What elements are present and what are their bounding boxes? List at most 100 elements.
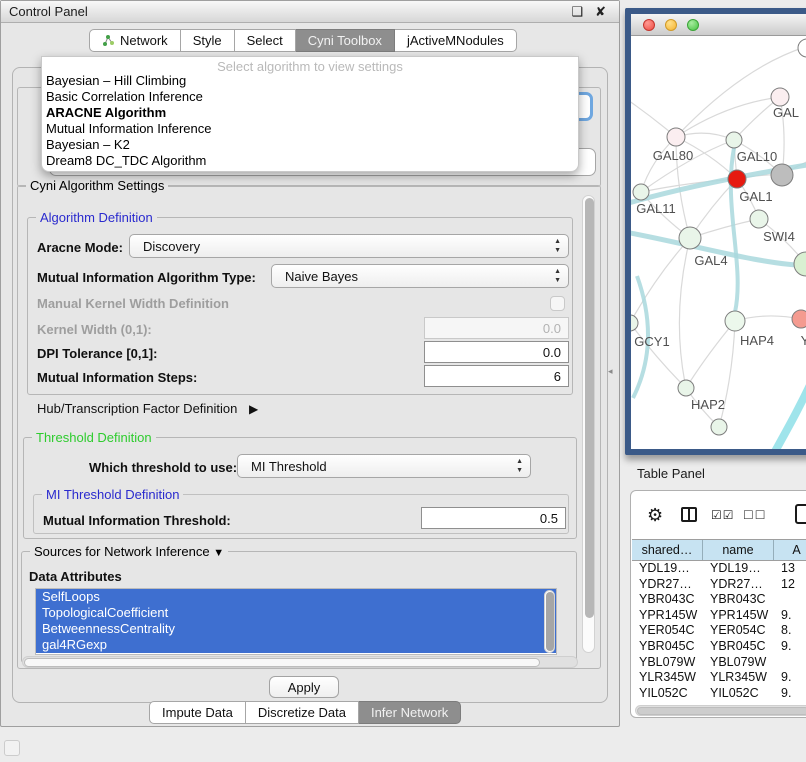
data-attribute-item[interactable]: BetweennessCentrality [36, 621, 556, 637]
column-header-2[interactable]: name [703, 540, 774, 560]
threshold-definition-title: Threshold Definition [32, 430, 156, 445]
node-swi4[interactable] [750, 210, 768, 228]
algorithm-option[interactable]: Bayesian – Hill Climbing [42, 73, 578, 89]
node-bottom-green[interactable] [711, 419, 727, 435]
node-gal4[interactable] [679, 227, 701, 249]
node-table[interactable]: shared…nameA YDL19…YDL19…13YDR27…YDR27…1… [632, 539, 806, 702]
algorithm-definition-title: Algorithm Definition [36, 210, 157, 225]
sources-title[interactable]: Sources for Network Inference ▼ [30, 544, 228, 559]
combo-arrows-icon: ▲▼ [554, 237, 561, 255]
network-edge[interactable] [676, 97, 780, 137]
close-traffic-light-icon[interactable] [643, 19, 655, 31]
table-cell: YLR345W [632, 670, 703, 686]
table-row[interactable]: YBL079WYBL079W [632, 655, 806, 671]
table-row[interactable]: YBR043CYBR043C [632, 592, 806, 608]
float-window-icon[interactable]: ❑ [571, 4, 583, 20]
table-cell [774, 655, 806, 671]
apply-button[interactable]: Apply [269, 676, 339, 698]
column-header-1[interactable]: shared… [632, 540, 703, 560]
tab-cyni-toolbox[interactable]: Cyni Toolbox [296, 29, 395, 52]
tab-infer-network[interactable]: Infer Network [359, 701, 461, 724]
settings-vscrollbar[interactable] [582, 195, 595, 653]
node-gal10[interactable] [726, 132, 742, 148]
table-row[interactable]: YLR345WYLR345W9. [632, 670, 806, 686]
minimize-traffic-light-icon[interactable] [665, 19, 677, 31]
table-row[interactable]: YIL052CYIL052C9. [632, 686, 806, 702]
table-cell: YDR27… [703, 577, 774, 593]
table-row[interactable]: YDR27…YDR27…12 [632, 577, 806, 593]
column-header-3[interactable]: A [774, 540, 806, 560]
mi-threshold-field[interactable]: 0.5 [421, 507, 566, 529]
panel-divider-handle[interactable]: ◂ [608, 366, 613, 377]
table-row[interactable]: YDL19…YDL19…13 [632, 561, 806, 577]
gear-icon[interactable]: ⚙ [647, 505, 663, 526]
top-tab-bar: NetworkStyleSelectCyni ToolboxjActiveMNo… [89, 29, 517, 52]
network-canvas[interactable]: GALGAL80GAL10GAL1GAL11SWI4GAL4GCY1HAP4YH… [631, 36, 806, 449]
node-gal-top-label: GAL [773, 105, 799, 120]
close-window-icon[interactable]: ✘ [595, 4, 606, 20]
settings-hscrollbar[interactable] [22, 656, 578, 668]
mi-algorithm-type-combo[interactable]: Naive Bayes ▲▼ [271, 264, 569, 288]
mi-threshold-definition-title: MI Threshold Definition [42, 487, 183, 502]
combo-arrows-icon: ▲▼ [554, 267, 561, 285]
network-edge[interactable] [679, 238, 690, 388]
tab-impute-data[interactable]: Impute Data [149, 701, 246, 724]
kernel-width-field[interactable]: 0.0 [424, 317, 569, 339]
data-attribute-item[interactable]: TopologicalCoefficient [36, 605, 556, 621]
network-edge-highlighted[interactable] [767, 366, 806, 449]
table-cell: YBR045C [703, 639, 774, 655]
dpi-tolerance-field[interactable]: 0.0 [424, 341, 569, 363]
attr-list-scrollbar[interactable] [544, 590, 555, 653]
node-gcy1[interactable] [631, 315, 638, 331]
aracne-mode-combo[interactable]: Discovery ▲▼ [129, 234, 569, 258]
algorithm-option[interactable]: Mutual Information Inference [42, 121, 578, 137]
node-hap2[interactable] [678, 380, 694, 396]
network-edge[interactable] [641, 137, 676, 192]
node-gray[interactable] [771, 164, 793, 186]
node-gal80[interactable] [667, 128, 685, 146]
hub-section-header[interactable]: Hub/Transcription Factor Definition ▶ [37, 401, 258, 416]
node-hap4[interactable] [725, 311, 745, 331]
table-row[interactable]: YER054CYER054C8. [632, 623, 806, 639]
network-edge[interactable] [686, 321, 735, 388]
mi-steps-field[interactable]: 6 [424, 365, 569, 387]
node-gal-top[interactable] [771, 88, 789, 106]
table-cell: YIL052C [703, 686, 774, 702]
panel-grip-icon[interactable] [4, 740, 20, 756]
node-gal1[interactable] [728, 170, 746, 188]
zoom-traffic-light-icon[interactable] [687, 19, 699, 31]
table-row[interactable]: YBR045CYBR045C9. [632, 639, 806, 655]
network-tab-icon [102, 34, 115, 47]
select-all-checkboxes-icon[interactable]: ☑☑ [711, 508, 735, 522]
manual-kernel-width-checkbox[interactable] [550, 296, 565, 311]
table-cell: 13 [774, 561, 806, 577]
tab-network[interactable]: Network [89, 29, 181, 52]
algorithm-option[interactable]: Bayesian – K2 [42, 137, 578, 153]
node-partial-top[interactable] [798, 39, 806, 57]
control-panel-title: Control Panel [9, 4, 88, 19]
deselect-all-checkboxes-icon[interactable]: ☐☐ [743, 508, 767, 522]
table-row[interactable]: YPR145WYPR145W9. [632, 608, 806, 624]
which-threshold-combo[interactable]: MI Threshold ▲▼ [237, 454, 531, 478]
node-salmon-label: Y [801, 333, 806, 348]
node-gal11[interactable] [633, 184, 649, 200]
algorithm-option[interactable]: Basic Correlation Inference [42, 89, 578, 105]
tab-discretize-data[interactable]: Discretize Data [246, 701, 359, 724]
data-attributes-label: Data Attributes [29, 569, 122, 584]
table-hscrollbar[interactable] [635, 705, 806, 716]
algorithm-option[interactable]: Dream8 DC_TDC Algorithm [42, 153, 578, 169]
expanded-arrow-icon: ▼ [213, 547, 224, 559]
tab-jactivemnodules[interactable]: jActiveMNodules [395, 29, 517, 52]
data-attributes-list[interactable]: SelfLoopsTopologicalCoefficientBetweenne… [35, 588, 557, 655]
node-green-right[interactable] [794, 252, 806, 276]
columns-icon[interactable] [681, 507, 697, 522]
tab-select[interactable]: Select [235, 29, 296, 52]
node-salmon[interactable] [792, 310, 806, 328]
data-attribute-item[interactable]: gal4RGexp [36, 637, 556, 653]
node-gal4-label: GAL4 [694, 253, 727, 268]
table-cell [774, 592, 806, 608]
tab-style[interactable]: Style [181, 29, 235, 52]
algorithm-option[interactable]: ARACNE Algorithm [42, 105, 578, 121]
document-icon[interactable] [795, 504, 806, 524]
data-attribute-item[interactable]: SelfLoops [36, 589, 556, 605]
